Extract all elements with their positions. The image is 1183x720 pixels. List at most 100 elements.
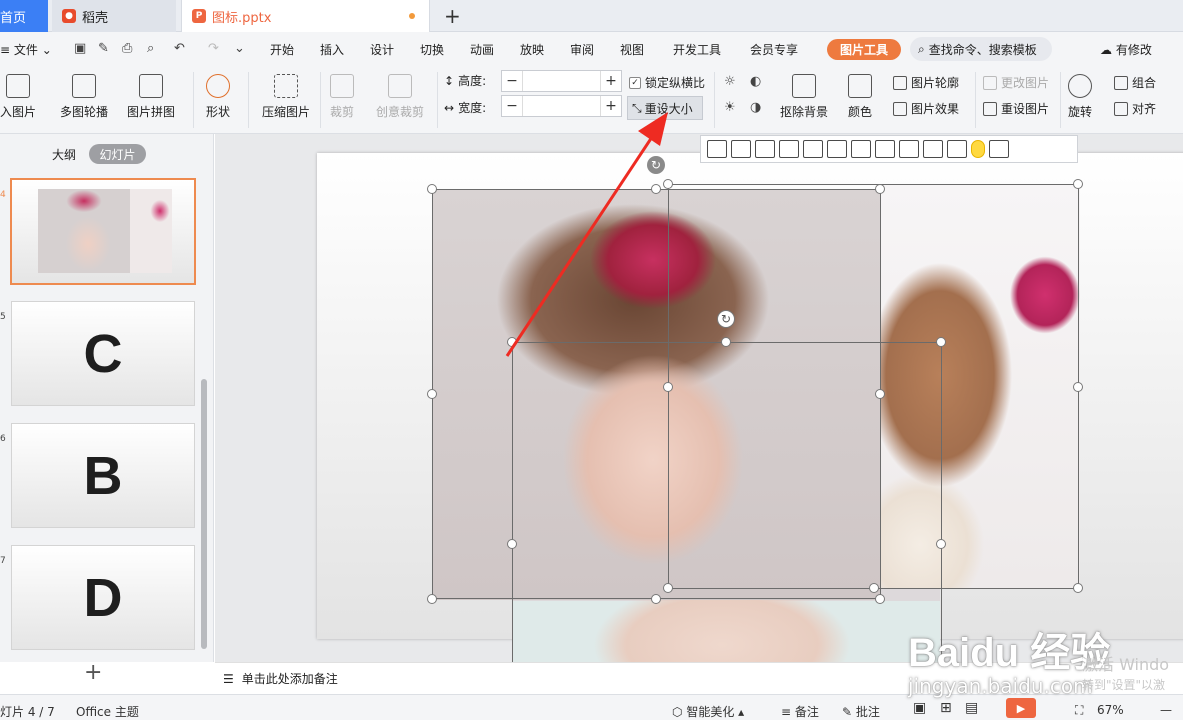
command-search[interactable]: ⌕ 查找命令、搜索模板: [910, 37, 1052, 61]
resize-handle[interactable]: [1073, 179, 1083, 189]
new-tab-button[interactable]: +: [444, 4, 461, 28]
save-icon[interactable]: ▣: [74, 41, 86, 56]
menu-item-5[interactable]: 放映: [520, 41, 544, 58]
comments-toggle[interactable]: ✎ 批注: [842, 703, 880, 720]
compress-picture-button[interactable]: 压缩图片: [262, 74, 310, 120]
resize-handle[interactable]: [651, 184, 661, 194]
resize-handle[interactable]: [1073, 583, 1083, 593]
tab-daoke[interactable]: ● 稻壳: [52, 0, 176, 32]
resize-handle[interactable]: [663, 382, 673, 392]
slide-thumbnail-7[interactable]: D: [11, 545, 195, 650]
reset-size-button[interactable]: ⤡ 重设大小: [627, 96, 703, 120]
resize-handle[interactable]: [1073, 382, 1083, 392]
resize-handle[interactable]: [869, 583, 879, 593]
menu-item-6[interactable]: 审阅: [570, 41, 594, 58]
menu-item-9[interactable]: 会员专享: [750, 41, 798, 58]
menu-item-7[interactable]: 视图: [620, 41, 644, 58]
slide-thumbnail-6[interactable]: B: [11, 423, 195, 528]
menu-item-4[interactable]: 动画: [470, 41, 494, 58]
add-slide-button[interactable]: +: [84, 660, 102, 685]
reset-picture-button[interactable]: 重设图片: [983, 100, 1049, 117]
tab-outline[interactable]: 大纲: [52, 146, 76, 163]
resize-handle[interactable]: [936, 337, 946, 347]
resize-handle[interactable]: [427, 389, 437, 399]
height-decrement-button[interactable]: −: [502, 71, 522, 91]
slide-thumbnail-4[interactable]: [10, 178, 196, 285]
menu-item-8[interactable]: 开发工具: [673, 41, 721, 58]
picture-outline-button[interactable]: 图片轮廓: [893, 74, 959, 91]
resize-handle[interactable]: [875, 594, 885, 604]
print-preview-icon[interactable]: ⌕: [147, 41, 154, 56]
resize-handle[interactable]: [507, 539, 517, 549]
creative-crop-button[interactable]: 创意裁剪: [376, 74, 424, 120]
menu-item-2[interactable]: 设计: [370, 41, 394, 58]
menu-item-0[interactable]: 开始: [270, 41, 294, 58]
tab-picture-tools[interactable]: 图片工具: [827, 39, 901, 60]
insert-picture-button[interactable]: 入图片: [0, 74, 36, 120]
resize-handle[interactable]: [507, 337, 517, 347]
distribute-vertical-icon[interactable]: [899, 140, 919, 158]
picture-girl-flower-crown[interactable]: [433, 190, 881, 600]
notes-toggle[interactable]: ≡ 备注: [781, 703, 819, 720]
align-bottom-icon[interactable]: [827, 140, 847, 158]
crop-button[interactable]: 裁剪: [330, 74, 354, 120]
collage-button[interactable]: 图片拼图: [127, 74, 175, 120]
brightness-up-icon[interactable]: ☼: [724, 74, 736, 89]
file-menu[interactable]: ≡ 文件 ⌄: [0, 41, 52, 58]
resize-handle[interactable]: [663, 179, 673, 189]
group-objects-icon[interactable]: [947, 140, 967, 158]
fit-window-icon[interactable]: ⛶: [1075, 703, 1083, 718]
align-button[interactable]: 对齐: [1114, 100, 1156, 117]
group-button[interactable]: 组合: [1114, 74, 1156, 91]
align-middle-icon[interactable]: [803, 140, 823, 158]
height-stepper[interactable]: − +: [501, 70, 622, 92]
align-right-icon[interactable]: [755, 140, 775, 158]
align-center-icon[interactable]: [731, 140, 751, 158]
redo-icon[interactable]: ↷: [208, 41, 219, 56]
shape-button[interactable]: 形状: [206, 74, 230, 120]
resize-handle[interactable]: [936, 539, 946, 549]
width-increment-button[interactable]: +: [601, 96, 621, 116]
height-input[interactable]: [522, 71, 601, 91]
width-stepper[interactable]: − +: [501, 95, 622, 117]
menu-item-3[interactable]: 切换: [420, 41, 444, 58]
height-increment-button[interactable]: +: [601, 71, 621, 91]
resize-handle[interactable]: [721, 337, 731, 347]
smart-beautify-button[interactable]: ⬡ 智能美化 ▴: [672, 703, 744, 720]
resize-handle[interactable]: [427, 184, 437, 194]
picture-effect-button[interactable]: 图片效果: [893, 100, 959, 117]
contrast-down-icon[interactable]: ◑: [750, 100, 761, 115]
print-icon[interactable]: ⎙: [122, 41, 132, 56]
zoom-out-button[interactable]: —: [1160, 703, 1172, 717]
resize-handle[interactable]: [875, 389, 885, 399]
lock-ratio-checkbox[interactable]: ✓ 锁定纵横比: [629, 74, 705, 91]
has-changes-button[interactable]: ☁ 有修改: [1100, 41, 1152, 58]
align-top-icon[interactable]: [779, 140, 799, 158]
slide-thumbnail-5[interactable]: C: [11, 301, 195, 406]
undo-icon[interactable]: ↶: [174, 41, 185, 56]
thumbnail-scrollbar[interactable]: [201, 379, 207, 649]
width-input[interactable]: [522, 96, 601, 116]
play-slideshow-button[interactable]: ▶: [1006, 698, 1036, 718]
resize-handle[interactable]: [651, 594, 661, 604]
color-button[interactable]: 颜色: [848, 74, 872, 120]
align-slide-center-icon[interactable]: [851, 140, 871, 158]
reading-view-icon[interactable]: ▤: [965, 700, 978, 716]
zoom-level[interactable]: 67%: [1097, 703, 1124, 717]
tab-document[interactable]: P 图标.pptx: [181, 0, 430, 32]
brightness-down-icon[interactable]: ☀: [724, 100, 736, 115]
change-picture-button[interactable]: 更改图片: [983, 74, 1049, 91]
more-options-icon[interactable]: [989, 140, 1009, 158]
lightbulb-icon[interactable]: [971, 140, 985, 158]
distribute-horizontal-icon[interactable]: [875, 140, 895, 158]
tab-slides[interactable]: 幻灯片: [89, 144, 146, 164]
picture-girl-profile[interactable]: [880, 185, 1080, 589]
crop-to-fit-icon[interactable]: [923, 140, 943, 158]
tab-home[interactable]: 首页: [0, 0, 48, 32]
width-decrement-button[interactable]: −: [502, 96, 522, 116]
rotate-handle-icon[interactable]: ↻: [717, 310, 735, 328]
resize-handle[interactable]: [875, 184, 885, 194]
format-painter-icon[interactable]: ✎: [98, 41, 109, 56]
multi-outline-button[interactable]: 多图轮播: [60, 74, 108, 120]
resize-handle[interactable]: [663, 583, 673, 593]
